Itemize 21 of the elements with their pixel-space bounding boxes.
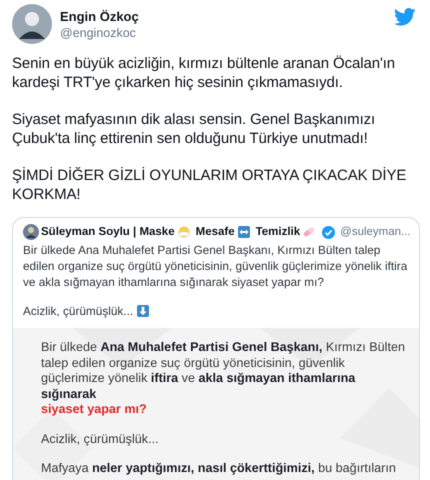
bird-icon[interactable] <box>394 8 416 26</box>
quoted-author-name[interactable]: Süleyman Soylu | Maske <box>41 226 175 238</box>
quoted-author-name[interactable]: Mesafe <box>196 226 235 238</box>
quoted-author-handle[interactable]: @suleyman... <box>340 226 411 238</box>
quoted-author-name[interactable]: Temizlik <box>256 226 300 238</box>
author-handle[interactable]: @enginozkoc <box>60 26 386 40</box>
down-arrow-icon <box>137 305 150 317</box>
avatar[interactable] <box>23 224 39 240</box>
image-text: Acizlik, çürümüşlük... <box>41 432 160 447</box>
highlighted-text: siyaset yapar mı? <box>41 402 148 418</box>
quoted-tweet[interactable] <box>12 217 420 480</box>
avatar[interactable] <box>12 4 52 44</box>
author-name[interactable]: Engin Özkoç <box>60 8 386 24</box>
tweet-text: ŞİMDİ DİĞER GİZLİ OYUNLARIM ORTAYA ÇIKACAK DİYE KORKMA! <box>12 166 408 204</box>
mask-emoji-icon <box>176 226 191 238</box>
quoted-text: Acizlik, çürümüşlük... <box>23 304 134 318</box>
tweet-text: Senin en büyük acizliğin, kırmızı bültenle aranan Öcalan'ın kardeşi TRT'ye çıkarken hiç sesinin çıkmamasıydı. <box>12 54 396 92</box>
tweet-text: Siyaset mafyasının dik alası sensin. Genel Başkanımızı Çubuk'ta linç ettirenin sen olduğunu Türkiye unutmadı! <box>12 110 376 148</box>
image-text: Bir ülkede Ana Muhalefet Partisi Genel Başkanı, Kırmızı Bülten talep edilen organize suç örgütü yöneticisinin, güvenlik güçlerimize yönelik iftira ve akla sığmayan ithamlarına sığınarak <box>41 340 405 402</box>
image-text: Mafyaya neler yaptığımızı, nasıl çökerttiğimizi, bu bağırtıların <box>41 461 397 476</box>
quoted-text: Bir ülkede Ana Muhalefet Partisi Genel Başkanı, Kırmızı Bülten talep edilen organize suç örgütü yöneticisinin, güvenlik güçlerimize yönelik iftira ve akla sığmayan ithamlarına sığınarak siyaset yapar mı? <box>22 242 408 290</box>
